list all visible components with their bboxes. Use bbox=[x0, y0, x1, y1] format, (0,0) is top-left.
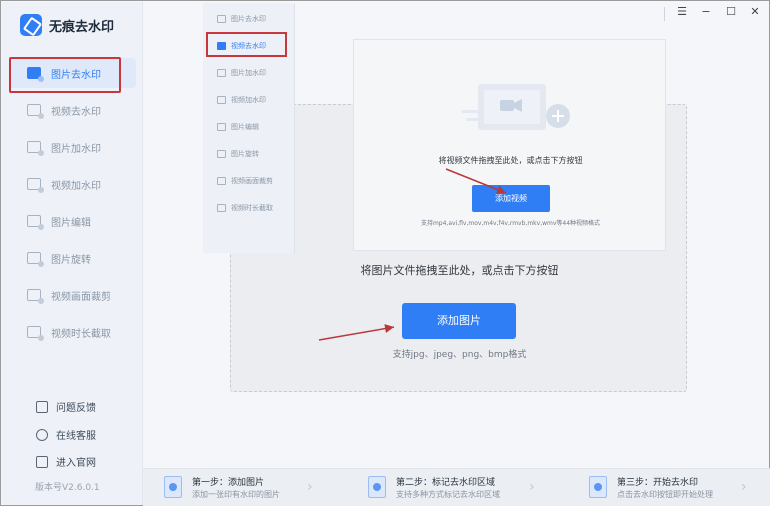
add-image-button[interactable]: 添加图片 bbox=[402, 303, 516, 339]
image-rotate-icon bbox=[217, 150, 226, 158]
sidebar-item-label: 视频画面裁剪 bbox=[51, 291, 111, 303]
sidebar-item-label: 图片去水印 bbox=[51, 69, 101, 81]
video-trim-icon bbox=[217, 204, 226, 212]
steps-bar: 第一步：添加图片 添加一张印有水印的图片 › 第二步：标记去水印区域 支持多种方… bbox=[143, 468, 770, 506]
overlay-nav-item[interactable]: 视频时长截取 bbox=[217, 203, 273, 213]
sidebar-item-image-watermark-remove[interactable]: 图片去水印 bbox=[9, 57, 136, 93]
image-watermark-remove-icon bbox=[27, 67, 44, 82]
overlay-supported-formats: 支持mp4,avi,flv,mov,m4v,f4v,rmvb,mkv,wmv等4… bbox=[420, 220, 601, 227]
step-subtitle: 点击去水印按钮即开始处理 bbox=[617, 490, 713, 499]
mark-area-step-icon bbox=[368, 476, 386, 498]
step-3: 第三步：开始去水印 点击去水印按钮即开始处理 bbox=[589, 469, 759, 506]
website-label: 进入官网 bbox=[56, 458, 96, 469]
feedback-link[interactable]: 问题反馈 bbox=[36, 399, 96, 414]
website-link[interactable]: 进入官网 bbox=[36, 454, 96, 469]
video-trim-icon bbox=[27, 326, 44, 341]
website-icon bbox=[36, 455, 48, 468]
video-watermark-remove-icon bbox=[27, 104, 44, 119]
menu-icon[interactable]: ☰ bbox=[674, 5, 690, 18]
add-video-button[interactable]: 添加视频 bbox=[472, 185, 550, 212]
sidebar-item-label: 图片加水印 bbox=[51, 143, 101, 155]
feedback-icon bbox=[36, 400, 48, 413]
chevron-right-icon: › bbox=[307, 479, 313, 495]
app-logo: 无痕去水印 bbox=[20, 13, 114, 37]
image-watermark-add-icon bbox=[217, 69, 226, 77]
start-remove-step-icon bbox=[589, 476, 607, 498]
support-link[interactable]: 在线客服 bbox=[36, 427, 96, 442]
sidebar-item-image-watermark-add[interactable]: 图片加水印 bbox=[10, 132, 136, 162]
image-edit-icon bbox=[27, 215, 44, 230]
sidebar-item-video-watermark-remove[interactable]: 视频去水印 bbox=[10, 95, 136, 125]
overlay-nav-item[interactable]: 视频画面裁剪 bbox=[217, 176, 273, 186]
sidebar-item-label: 视频时长截取 bbox=[51, 328, 111, 340]
sidebar-item-video-trim[interactable]: 视频时长截取 bbox=[10, 317, 136, 347]
sidebar-nav: 图片去水印 视频去水印 图片加水印 视频加水印 图片编辑 图片旋转 视频画面裁剪… bbox=[9, 57, 136, 354]
video-crop-icon bbox=[27, 289, 44, 304]
overlay-nav-item[interactable]: 图片编辑 bbox=[217, 122, 259, 132]
step-title: 第一步：添加图片 bbox=[192, 478, 265, 488]
step-title: 第三步：开始去水印 bbox=[617, 478, 699, 488]
overlay-highlight-box bbox=[206, 32, 287, 57]
overlay-nav-label: 视频时长截取 bbox=[231, 204, 273, 212]
eraser-logo-icon bbox=[20, 14, 42, 36]
sidebar-item-label: 视频加水印 bbox=[51, 180, 101, 192]
overlay-nav-label: 图片旋转 bbox=[231, 150, 259, 158]
add-image-step-icon bbox=[164, 476, 182, 498]
chevron-right-icon: › bbox=[741, 479, 747, 495]
overlay-nav-item[interactable]: 图片去水印 bbox=[217, 14, 266, 24]
sidebar-item-label: 视频去水印 bbox=[51, 106, 101, 118]
feedback-label: 问题反馈 bbox=[56, 403, 96, 414]
overlay-nav-label: 视频画面裁剪 bbox=[231, 177, 273, 185]
overlay-nav-label: 图片编辑 bbox=[231, 123, 259, 131]
sidebar-item-video-watermark-add[interactable]: 视频加水印 bbox=[10, 169, 136, 199]
maximize-icon[interactable]: ☐ bbox=[723, 5, 739, 18]
sidebar-item-image-rotate[interactable]: 图片旋转 bbox=[10, 243, 136, 273]
step-subtitle: 添加一张印有水印的图片 bbox=[192, 490, 280, 499]
chevron-right-icon: › bbox=[529, 479, 535, 495]
window-controls-divider bbox=[664, 7, 665, 21]
step-title: 第二步：标记去水印区域 bbox=[396, 478, 496, 488]
drop-hint: 将图片文件拖拽至此处，或点击下方按钮 bbox=[360, 264, 559, 277]
overlay-nav-item[interactable]: 视频加水印 bbox=[217, 95, 266, 105]
support-label: 在线客服 bbox=[56, 431, 96, 442]
sidebar-item-label: 图片编辑 bbox=[51, 217, 91, 229]
overlay-nav-label: 视频加水印 bbox=[231, 96, 266, 104]
overlay-nav-item[interactable]: 图片旋转 bbox=[217, 149, 259, 159]
app-title: 无痕去水印 bbox=[49, 19, 115, 35]
supported-formats: 支持jpg、jpeg、png、bmp格式 bbox=[392, 350, 527, 360]
overlay-drop-hint: 将视频文件拖拽至此处，或点击下方按钮 bbox=[438, 156, 583, 165]
video-upload-illustration-icon bbox=[462, 84, 570, 130]
app-window: 无痕去水印 图片去水印 视频去水印 图片加水印 视频加水印 图片编辑 图片旋转 … bbox=[0, 0, 770, 506]
close-icon[interactable]: ✕ bbox=[747, 5, 763, 18]
video-watermark-add-icon bbox=[217, 96, 226, 104]
sidebar-item-image-edit[interactable]: 图片编辑 bbox=[10, 206, 136, 236]
image-watermark-add-icon bbox=[27, 141, 44, 156]
video-watermark-add-icon bbox=[27, 178, 44, 193]
image-watermark-remove-icon bbox=[217, 15, 226, 23]
step-1: 第一步：添加图片 添加一张印有水印的图片 bbox=[164, 469, 364, 506]
overlay-nav-label: 图片加水印 bbox=[231, 69, 266, 77]
minimize-icon[interactable]: − bbox=[698, 5, 714, 18]
support-icon bbox=[36, 428, 48, 441]
overlay-video-drop-panel[interactable]: 将视频文件拖拽至此处，或点击下方按钮 添加视频 支持mp4,avi,flv,mo… bbox=[353, 39, 666, 251]
step-subtitle: 支持多种方式标记去水印区域 bbox=[396, 490, 500, 499]
overlay-nav-label: 图片去水印 bbox=[231, 15, 266, 23]
video-crop-icon bbox=[217, 177, 226, 185]
image-edit-icon bbox=[217, 123, 226, 131]
image-rotate-icon bbox=[27, 252, 44, 267]
overlay-nav-item[interactable]: 图片加水印 bbox=[217, 68, 266, 78]
version-label: 版本号V2.6.0.1 bbox=[35, 483, 100, 493]
step-2: 第二步：标记去水印区域 支持多种方式标记去水印区域 bbox=[368, 469, 568, 506]
sidebar-item-video-crop[interactable]: 视频画面裁剪 bbox=[10, 280, 136, 310]
sidebar: 无痕去水印 图片去水印 视频去水印 图片加水印 视频加水印 图片编辑 图片旋转 … bbox=[2, 2, 143, 505]
sidebar-item-label: 图片旋转 bbox=[51, 254, 91, 266]
